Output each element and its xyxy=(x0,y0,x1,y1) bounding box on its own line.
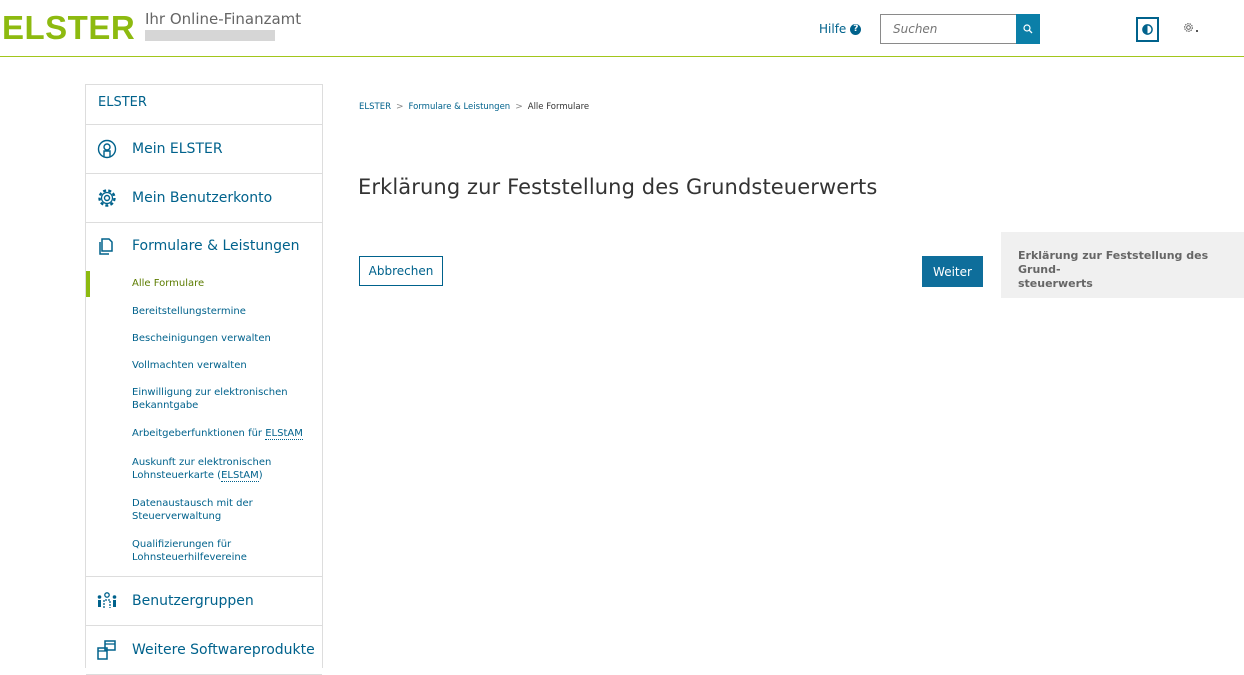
abbr-elstam: ELStAM xyxy=(221,469,259,482)
sidebar-item-label: Formulare & Leistungen xyxy=(132,238,300,254)
help-label: Hilfe xyxy=(819,22,847,36)
user-group-icon xyxy=(96,590,118,612)
submenu-label: Bescheinigungen verwalten xyxy=(132,333,271,344)
submenu-item-einwilligung[interactable]: Einwilligung zur elektronischen Bekanntg… xyxy=(86,387,288,412)
submenu-label-line1: Einwilligung zur elektronischen xyxy=(132,387,288,398)
contrast-icon xyxy=(1142,24,1153,35)
sidebar-item-label: Mein ELSTER xyxy=(132,141,223,157)
redacted-username xyxy=(145,30,275,41)
sidebar-item-benutzergruppen[interactable]: Benutzergruppen xyxy=(86,577,322,626)
tagline: Ihr Online-Finanzamt xyxy=(145,10,302,28)
header-divider xyxy=(0,56,1244,57)
breadcrumb-item-current: Alle Formulare xyxy=(527,102,590,112)
submenu-item-auskunft-lohnsteuerkarte[interactable]: Auskunft zur elektronischen Lohnsteuerka… xyxy=(86,457,271,482)
cancel-button[interactable]: Abbrechen xyxy=(359,256,443,286)
breadcrumb-item-elster[interactable]: ELSTER xyxy=(359,102,391,112)
submenu-label: Vollmachten verwalten xyxy=(132,360,247,371)
submenu-label-line1: Qualifizierungen für xyxy=(132,539,232,550)
gear-icon xyxy=(1184,23,1193,32)
sidebar-item-label: Benutzergruppen xyxy=(132,593,254,609)
documents-icon xyxy=(96,235,118,257)
help-icon: ? xyxy=(850,23,862,35)
sidebar-item-formulare[interactable]: Formulare & Leistungen xyxy=(86,223,322,269)
search-icon xyxy=(1023,24,1033,34)
elster-logo[interactable]: ELSTER xyxy=(2,9,135,47)
next-button[interactable]: Weiter xyxy=(922,256,983,287)
submenu-item-arbeitgeberfunktionen[interactable]: Arbeitgeberfunktionen für ELStAM xyxy=(86,428,303,441)
formulare-submenu: Alle Formulare Bereitstellungstermine Be… xyxy=(86,269,322,577)
submenu-item-vollmachten[interactable]: Vollmachten verwalten xyxy=(86,360,247,373)
submenu-label-line2: Lohnsteuerhilfevereine xyxy=(132,551,247,563)
software-products-icon xyxy=(96,639,118,661)
sidebar-item-mein-elster[interactable]: Mein ELSTER xyxy=(86,125,322,174)
submenu-item-bescheinigungen[interactable]: Bescheinigungen verwalten xyxy=(86,333,271,346)
breadcrumb-separator: > xyxy=(515,102,523,112)
abbr-elstam: ELStAM xyxy=(265,428,303,440)
submenu-item-alle-formulare[interactable]: Alle Formulare xyxy=(86,271,205,297)
breadcrumb-item-formulare[interactable]: Formulare & Leistungen xyxy=(409,102,511,112)
form-info-line2: steuerwerts xyxy=(1018,277,1093,290)
breadcrumb: ELSTER > Formulare & Leistungen > Alle F… xyxy=(359,102,589,112)
page-title: Erklärung zur Feststellung des Grundsteu… xyxy=(358,175,878,199)
menu-dot xyxy=(1196,30,1198,32)
submenu-label: Bereitstellungstermine xyxy=(132,306,246,317)
breadcrumb-separator: > xyxy=(395,102,404,112)
submenu-label-part: Lohnsteuerkarte ( xyxy=(132,469,222,481)
sidebar-item-label: Mein Benutzerkonto xyxy=(132,190,273,206)
submenu-label-line1: Auskunft zur elektronischen xyxy=(132,457,272,468)
sidebar-head[interactable]: ELSTER xyxy=(86,85,322,125)
header: ELSTER Ihr Online-Finanzamt Hilfe ? xyxy=(0,0,1244,56)
search-input[interactable] xyxy=(881,15,1017,43)
contrast-toggle-button[interactable] xyxy=(1136,17,1159,42)
form-info-line1: Erklärung zur Feststellung des Grund- xyxy=(1018,249,1209,276)
search-button[interactable] xyxy=(1016,14,1040,44)
active-indicator xyxy=(86,271,90,297)
sidebar-nav: ELSTER Mein ELSTER Mein Benutzerkonto Fo… xyxy=(85,84,323,675)
submenu-label-part: ) xyxy=(258,469,263,481)
user-circle-icon xyxy=(96,138,118,160)
submenu-item-datenaustausch[interactable]: Datenaustausch mit der Steuerverwaltung xyxy=(86,498,253,523)
sidebar-item-label: Weitere Softwareprodukte xyxy=(132,642,315,658)
submenu-label: Alle Formulare xyxy=(132,278,205,289)
submenu-label-line1: Datenaustausch mit der xyxy=(132,498,253,509)
search-box xyxy=(880,14,1040,44)
settings-button[interactable] xyxy=(1183,22,1198,33)
submenu-label: Arbeitgeberfunktionen für xyxy=(132,428,266,439)
submenu-item-qualifizierungen[interactable]: Qualifizierungen für Lohnsteuerhilfevere… xyxy=(86,539,247,564)
form-info-box: Erklärung zur Feststellung des Grund- st… xyxy=(1001,232,1244,298)
submenu-item-bereitstellungstermine[interactable]: Bereitstellungstermine xyxy=(86,306,246,319)
submenu-label-line2: Bekanntgabe xyxy=(132,399,199,411)
help-link[interactable]: Hilfe ? xyxy=(819,22,862,36)
sidebar-item-benutzerkonto[interactable]: Mein Benutzerkonto xyxy=(86,174,322,223)
submenu-label-line2: Steuerverwaltung xyxy=(132,510,222,522)
submenu-label-line2: Lohnsteuerkarte (ELStAM) xyxy=(132,469,271,483)
gear-icon xyxy=(96,187,118,209)
